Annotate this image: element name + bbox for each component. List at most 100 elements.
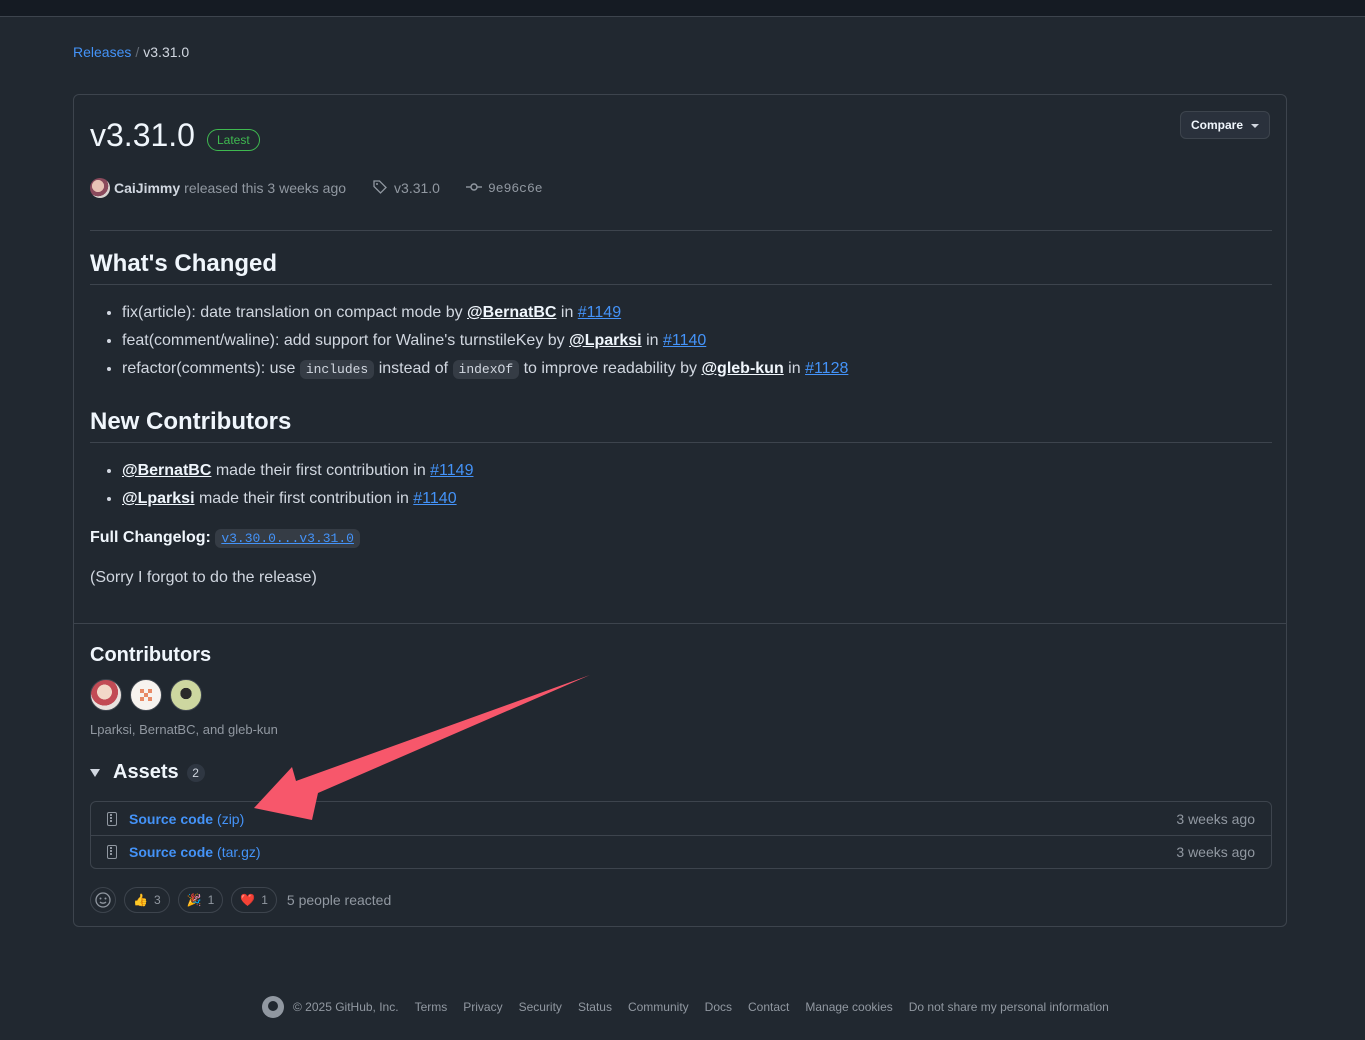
full-changelog: Full Changelog: v3.30.0...v3.31.0 <box>90 529 360 548</box>
change-text: in <box>783 360 806 377</box>
asset-extension[interactable]: (zip) <box>217 811 244 827</box>
release-note: (Sorry I forgot to do the release) <box>90 569 317 586</box>
avatar[interactable] <box>170 679 202 711</box>
contribution-text: made their first contribution in <box>194 490 414 507</box>
assets-count-badge: 2 <box>186 763 205 782</box>
tada-icon: 🎉 <box>186 893 202 907</box>
footer-link-security[interactable]: Security <box>519 1000 562 1014</box>
list-item: @BernatBC made their first contribution … <box>122 457 473 485</box>
contributor-names: Lparksi, BernatBC, and gleb-kun <box>90 722 278 737</box>
release-title[interactable]: v3.31.0 <box>90 117 195 154</box>
footer-link-manage-cookies[interactable]: Manage cookies <box>805 1000 892 1014</box>
mention-link[interactable]: @BernatBC <box>467 304 556 321</box>
avatar[interactable] <box>90 679 122 711</box>
footer-link-contact[interactable]: Contact <box>748 1000 789 1014</box>
asset-link[interactable]: Source code <box>129 844 213 860</box>
footer-link-do-not-share[interactable]: Do not share my personal information <box>909 1000 1109 1014</box>
changelog-compare-link[interactable]: v3.30.0...v3.31.0 <box>215 529 360 548</box>
tag-link[interactable]: v3.31.0 <box>394 180 440 196</box>
divider <box>74 623 1286 624</box>
change-text: in <box>641 332 663 349</box>
whats-changed-heading: What's Changed <box>90 250 278 277</box>
mention-link[interactable]: @Lparksi <box>122 490 195 507</box>
change-text: fix(article): date translation on compac… <box>122 304 468 321</box>
asset-date: 3 weeks ago <box>1176 844 1255 860</box>
latest-badge: Latest <box>207 129 260 151</box>
github-logo-icon[interactable] <box>262 996 284 1018</box>
thumbs-up-icon: 👍 <box>133 893 148 907</box>
asset-row: Source code (zip) 3 weeks ago <box>91 802 1271 835</box>
reaction-count: 1 <box>207 893 215 907</box>
change-text: refactor(comments): use <box>122 360 300 377</box>
change-text: in <box>556 304 578 321</box>
change-text: instead of <box>374 360 453 377</box>
pr-link[interactable]: #1128 <box>805 360 848 377</box>
footer-link-status[interactable]: Status <box>578 1000 612 1014</box>
triangle-down-icon <box>90 768 100 777</box>
contributor-avatars <box>90 679 202 711</box>
changes-list: fix(article): date translation on compac… <box>90 299 848 383</box>
chevron-down-icon <box>1251 123 1259 128</box>
footer-link-terms[interactable]: Terms <box>415 1000 448 1014</box>
compare-button[interactable]: Compare <box>1179 111 1270 139</box>
contributors-heading: Contributors <box>90 644 212 666</box>
reaction-thumbs-up[interactable]: 👍 3 <box>124 887 170 913</box>
reaction-hooray[interactable]: 🎉 1 <box>177 887 224 913</box>
breadcrumb-separator: / <box>135 44 140 60</box>
mention-link[interactable]: @gleb-kun <box>701 360 783 377</box>
change-text: feat(comment/waline): add support for Wa… <box>122 332 570 349</box>
reaction-heart[interactable]: ❤️ 1 <box>231 887 277 913</box>
top-bar <box>0 0 1365 17</box>
contribution-text: made their first contribution in <box>211 462 431 479</box>
author-avatar[interactable] <box>90 178 110 198</box>
breadcrumb-current: v3.31.0 <box>143 44 190 60</box>
avatar[interactable] <box>130 679 162 711</box>
assets-toggle[interactable]: Assets 2 <box>90 761 205 784</box>
pr-link[interactable]: #1140 <box>663 332 706 349</box>
pr-link[interactable]: #1140 <box>413 490 456 507</box>
list-item: fix(article): date translation on compac… <box>122 299 848 327</box>
divider <box>90 284 1272 285</box>
commit-link[interactable]: 9e96c6e <box>488 181 543 196</box>
heart-icon: ❤️ <box>240 893 256 907</box>
breadcrumb: Releases / v3.31.0 <box>73 44 189 60</box>
asset-row: Source code (tar.gz) 3 weeks ago <box>91 835 1271 868</box>
mention-link[interactable]: @BernatBC <box>122 462 211 479</box>
changelog-label: Full Changelog <box>90 529 206 546</box>
reaction-count: 1 <box>261 893 268 907</box>
compare-label: Compare <box>1190 118 1243 132</box>
add-reaction-button[interactable] <box>90 887 116 913</box>
footer-link-docs[interactable]: Docs <box>705 1000 732 1014</box>
new-contributors-heading: New Contributors <box>90 408 292 435</box>
divider <box>90 442 1272 443</box>
list-item: @Lparksi made their first contribution i… <box>122 485 473 513</box>
reaction-count: 3 <box>153 893 161 907</box>
footer-link-privacy[interactable]: Privacy <box>463 1000 502 1014</box>
footer-copyright: © 2025 GitHub, Inc. <box>293 1000 399 1014</box>
reactions-bar: 👍 3 🎉 1 ❤️ 1 5 people reacted <box>90 887 391 913</box>
assets-heading: Assets <box>113 761 179 783</box>
list-item: refactor(comments): use includes instead… <box>122 355 848 383</box>
divider <box>90 230 1272 231</box>
smiley-icon <box>95 892 111 908</box>
author-link[interactable]: CaiJimmy <box>114 180 180 196</box>
pr-link[interactable]: #1149 <box>578 304 621 321</box>
asset-extension[interactable]: (tar.gz) <box>217 844 261 860</box>
inline-code: includes <box>299 360 375 379</box>
new-contributors-list: @BernatBC made their first contribution … <box>90 457 473 513</box>
pr-link[interactable]: #1149 <box>430 462 473 479</box>
reactions-summary[interactable]: 5 people reacted <box>287 892 391 908</box>
asset-date: 3 weeks ago <box>1176 810 1255 827</box>
mention-link[interactable]: @Lparksi <box>569 332 642 349</box>
commit-icon <box>465 179 482 198</box>
inline-code: indexOf <box>452 360 520 379</box>
releases-link[interactable]: Releases <box>73 44 131 60</box>
released-text: released this 3 weeks ago <box>184 180 347 196</box>
asset-link[interactable]: Source code <box>129 811 213 827</box>
tag-icon <box>372 179 388 198</box>
footer: © 2025 GitHub, Inc. Terms Privacy Securi… <box>262 996 1125 1018</box>
assets-list: Source code (zip) 3 weeks ago Source cod… <box>90 801 1272 869</box>
release-card: v3.31.0 Latest Compare CaiJimmy released… <box>73 94 1287 927</box>
release-meta: CaiJimmy released this 3 weeks ago v3.31… <box>90 178 543 198</box>
footer-link-community[interactable]: Community <box>628 1000 689 1014</box>
